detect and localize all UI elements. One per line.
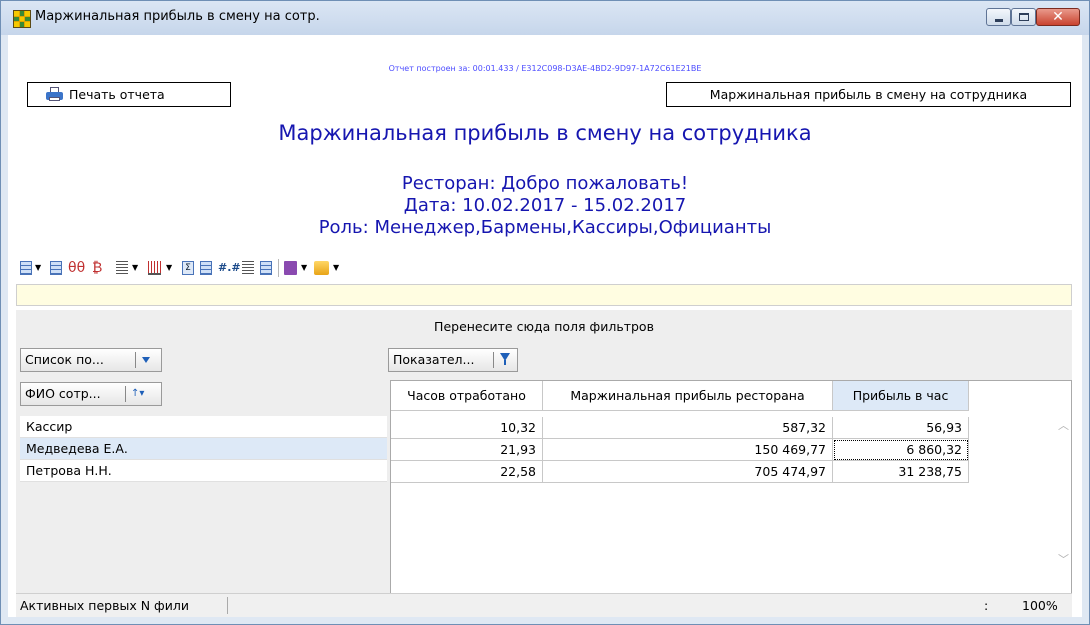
open-dropdown-icon[interactable]: ▼ (333, 261, 340, 275)
zoom-level[interactable]: 100% (1022, 598, 1058, 613)
field-data-button[interactable]: Показател... (388, 348, 518, 372)
text-icon[interactable] (242, 261, 254, 275)
pivot-grid: Перенесите сюда поля фильтров Список по.… (16, 310, 1072, 617)
field-fio-button[interactable]: ФИО сотр... ↑▾ (20, 382, 162, 406)
scroll-up-icon[interactable]: ︿ (1058, 417, 1069, 433)
minimize-icon (995, 19, 1003, 22)
field-fio-label: ФИО сотр... (25, 386, 101, 401)
role-line: Роль: Менеджер,Бармены,Кассиры,Официанты (318, 217, 772, 238)
maximize-button[interactable] (1011, 8, 1036, 26)
filter-drop-hint: Перенесите сюда поля фильтров (434, 319, 654, 334)
rows-icon[interactable] (116, 261, 128, 275)
sort-icon[interactable]: ↑▾ (131, 383, 144, 405)
filter-bar[interactable] (16, 284, 1072, 306)
window-title: Маржинальная прибыль в смену на сотр. (35, 9, 320, 24)
field-data-label: Показател... (393, 352, 475, 367)
status-text: Активных первых N фили (20, 598, 189, 613)
column-header-hours[interactable]: Часов отработано (391, 381, 543, 411)
sum-icon[interactable]: Σ (182, 261, 194, 275)
save-icon[interactable] (284, 261, 297, 275)
report-title: Маржинальная прибыль в смену на сотрудни… (278, 121, 812, 145)
cell-margin[interactable]: 587,32 (543, 417, 833, 439)
hide-icon[interactable]: θθ (68, 261, 85, 275)
currency-icon[interactable]: ₿ (92, 261, 102, 275)
pivot-toolbar: ▼ θθ ₿ ▼ ▼ Σ #.# ▼ ▼ (20, 256, 560, 280)
cell-profit-per-hour-focused[interactable]: 6 860,32 (833, 439, 969, 461)
report-window: Маржинальная прибыль в смену на сотр. ✕ … (0, 0, 1090, 625)
title-bar[interactable]: Маржинальная прибыль в смену на сотр. ✕ (1, 1, 1089, 35)
report-body: Отчет построен за: 00:01.433 / E312C098-… (8, 35, 1082, 617)
field-list-label: Список по... (25, 352, 104, 367)
date-line: Дата: 10.02.2017 - 15.02.2017 (403, 195, 687, 216)
maximize-icon (1019, 13, 1029, 21)
column-header-margin[interactable]: Маржинальная прибыль ресторана (543, 381, 833, 411)
print-report-label: Печать отчета (69, 87, 165, 102)
app-icon (13, 10, 31, 28)
vertical-scrollbar[interactable]: ︿ ﹀ (1055, 411, 1071, 571)
row-header[interactable]: Петрова Н.Н. (20, 460, 387, 482)
grid-icon[interactable] (50, 261, 62, 275)
cell-hours[interactable]: 22,58 (391, 461, 543, 483)
cell-margin[interactable]: 705 474,97 (543, 461, 833, 483)
cell-hours[interactable]: 21,93 (391, 439, 543, 461)
columns-dropdown-icon[interactable]: ▼ (166, 261, 173, 275)
minimize-button[interactable] (986, 8, 1011, 26)
close-icon: ✕ (1052, 9, 1064, 25)
rows-dropdown-icon[interactable]: ▼ (132, 261, 139, 275)
row-header-active[interactable]: Медведева Е.А. (20, 438, 387, 460)
data-grid: Часов отработано Маржинальная прибыль ре… (390, 380, 1072, 617)
info-icon[interactable] (260, 261, 272, 275)
toolbar-separator (278, 259, 279, 277)
cell-profit-per-hour[interactable]: 31 238,75 (833, 461, 969, 483)
row-header-panel: Кассир Медведева Е.А. Петрова Н.Н. (20, 416, 387, 596)
print-report-button[interactable]: Печать отчета (27, 82, 231, 107)
scroll-down-icon[interactable]: ﹀ (1058, 551, 1069, 567)
generation-time-text: Отчет построен за: 00:01.433 / E312C098-… (388, 64, 702, 73)
layout-icon[interactable] (20, 261, 32, 275)
dropdown-arrow-icon[interactable]: ▼ (35, 261, 42, 275)
status-bar: Активных первых N фили : 100% (16, 593, 1072, 617)
status-separator: : (984, 598, 989, 613)
save-dropdown-icon[interactable]: ▼ (301, 261, 308, 275)
format-icon[interactable]: #.# (218, 261, 241, 275)
restaurant-line: Ресторан: Добро пожаловать! (401, 173, 689, 194)
field-list-button[interactable]: Список по... (20, 348, 162, 372)
printer-icon (46, 87, 63, 101)
chart-icon[interactable] (200, 261, 212, 275)
cell-margin[interactable]: 150 469,77 (543, 439, 833, 461)
column-header-profit-per-hour[interactable]: Прибыль в час (833, 381, 969, 411)
close-button[interactable]: ✕ (1036, 8, 1080, 26)
cell-profit-per-hour[interactable]: 56,93 (833, 417, 969, 439)
columns-icon[interactable] (148, 261, 161, 275)
report-name-button[interactable]: Маржинальная прибыль в смену на сотрудни… (666, 82, 1071, 107)
cell-hours[interactable]: 10,32 (391, 417, 543, 439)
row-header[interactable]: Кассир (20, 416, 387, 438)
chevron-down-icon[interactable] (142, 357, 150, 363)
open-folder-icon[interactable] (314, 261, 329, 275)
